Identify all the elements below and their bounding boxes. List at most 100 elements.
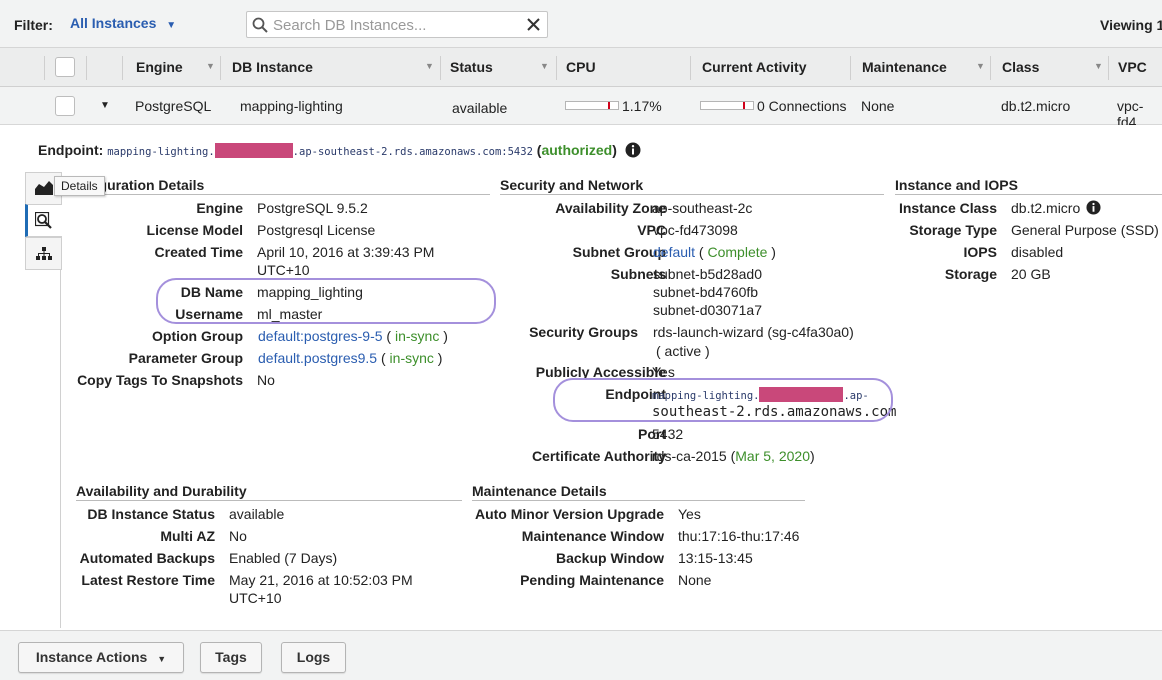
chevron-down-icon: ▼ (157, 654, 167, 664)
public-label: Publicly Accessible (535, 364, 666, 380)
row-maintenance: None (861, 98, 895, 114)
storage-value: 20 GB (1011, 266, 1051, 282)
az-value: ap-southeast-2c (652, 200, 753, 216)
search-placeholder: Search DB Instances... (273, 17, 427, 34)
restore-label: Latest Restore Time (81, 572, 215, 588)
sort-icon[interactable]: ▼ (206, 61, 215, 71)
parameter-group-value: default.postgres9.5 ( in-sync ) (258, 350, 443, 366)
sort-icon[interactable]: ▼ (540, 61, 549, 71)
sort-icon[interactable]: ▼ (976, 61, 985, 71)
sort-icon[interactable]: ▼ (425, 61, 434, 71)
column-maintenance[interactable]: Maintenance (862, 59, 947, 75)
subnet-link-3[interactable]: subnet-d03071a7 (653, 302, 762, 318)
column-divider (440, 56, 441, 80)
column-divider (220, 56, 221, 80)
endpoint-line-label: Endpoint: (38, 142, 104, 158)
security-groups-label: Security Groups (529, 324, 638, 340)
maintenance-window-value: thu:17:16-thu:17:46 (678, 528, 800, 544)
license-value: Postgresql License (257, 222, 376, 238)
subnet-link-1[interactable]: subnet-b5d28ad0 (653, 266, 762, 282)
info-icon[interactable] (1086, 200, 1101, 215)
viewing-count: Viewing 1 (1100, 17, 1162, 33)
filter-dropdown[interactable]: All Instances ▼ (70, 15, 176, 31)
chevron-down-icon: ▼ (166, 20, 177, 31)
collapse-icon[interactable]: ▼ (100, 100, 110, 111)
column-divider (990, 56, 991, 80)
copy-tags-value: No (257, 372, 275, 388)
multi-az-label: Multi AZ (160, 528, 215, 544)
logs-button[interactable]: Logs (281, 642, 346, 673)
backup-window-label: Backup Window (556, 550, 664, 566)
column-db-instance[interactable]: DB Instance (232, 59, 313, 75)
column-cpu[interactable]: CPU (566, 59, 596, 75)
tags-button[interactable]: Tags (200, 642, 262, 673)
engine-value: PostgreSQL 9.5.2 (257, 200, 368, 216)
tab-topology[interactable] (25, 237, 62, 270)
filter-bar: Filter: All Instances ▼ Search DB Instan… (0, 0, 1162, 48)
activity-bar (700, 101, 754, 110)
security-group-link[interactable]: rds-launch-wizard (sg-c4fa30a0) (653, 324, 854, 340)
endpoint-host-suffix: .ap-southeast-2.rds.amazonaws.com:5432 (292, 146, 533, 158)
column-divider (556, 56, 557, 80)
table-header: Engine ▼ DB Instance ▼ Status ▼ CPU Curr… (0, 48, 1162, 87)
row-db-instance: mapping-lighting (240, 98, 343, 114)
select-all-checkbox[interactable] (55, 57, 75, 77)
public-value: Yes (652, 364, 675, 380)
column-divider (44, 56, 45, 80)
created-label: Created Time (154, 244, 243, 260)
storage-type-label: Storage Type (909, 222, 997, 238)
search-icon (252, 17, 268, 33)
engine-label: Engine (196, 200, 243, 216)
license-label: License Model (146, 222, 243, 238)
port-value: 5432 (652, 426, 684, 442)
backups-label: Automated Backups (79, 550, 215, 566)
close-paren: ) (612, 142, 617, 158)
column-engine[interactable]: Engine (136, 59, 183, 75)
tab-details[interactable] (25, 204, 62, 237)
endpoint-host-prefix: mapping-lighting. (107, 146, 215, 158)
instance-actions-button[interactable]: Instance Actions ▼ (18, 642, 184, 673)
filter-value: All Instances (70, 15, 157, 31)
storage-type-value: General Purpose (SSD) (1011, 222, 1159, 238)
security-title: Security and Network (500, 177, 884, 195)
column-vpc[interactable]: VPC (1118, 59, 1147, 75)
subnet-group-value: default ( Complete ) (653, 244, 776, 260)
created-value: April 10, 2016 at 3:39:43 PM (257, 244, 435, 260)
column-class[interactable]: Class (1002, 59, 1039, 75)
vpc-link[interactable]: vpc-fd473098 (653, 222, 738, 238)
column-divider (690, 56, 691, 80)
copy-tags-label: Copy Tags To Snapshots (77, 372, 243, 388)
username-label: Username (175, 306, 243, 322)
maintenance-window-label: Maintenance Window (521, 528, 664, 544)
ca-value: rds-ca-2015 (Mar 5, 2020) (652, 448, 815, 464)
auto-upgrade-value: Yes (678, 506, 701, 522)
info-icon[interactable] (625, 142, 641, 158)
hierarchy-icon (36, 247, 52, 260)
row-checkbox[interactable] (55, 96, 75, 116)
db-status-label: DB Instance Status (87, 506, 215, 522)
availability-title: Availability and Durability (76, 483, 462, 501)
table-row[interactable]: ▼ PostgreSQL mapping-lighting available … (0, 87, 1162, 130)
subnet-link-2[interactable]: subnet-bd4760fb (653, 284, 758, 300)
sort-icon[interactable]: ▼ (1094, 61, 1103, 71)
column-divider (1108, 56, 1109, 80)
ca-label: Certificate Authority (531, 448, 666, 464)
parameter-group-link[interactable]: default.postgres9.5 (258, 350, 377, 366)
endpoint-line: Endpoint: mapping-lighting. .ap-southeast… (38, 142, 641, 158)
row-engine: PostgreSQL (135, 98, 212, 114)
endpoint-part-1: mapping-lighting. (652, 390, 760, 402)
column-status[interactable]: Status (450, 59, 493, 75)
iops-value: disabled (1011, 244, 1064, 260)
search-input[interactable]: Search DB Instances... (246, 11, 548, 38)
ca-date: Mar 5, 2020 (735, 448, 810, 464)
option-group-link[interactable]: default:postgres-9-5 (258, 328, 383, 344)
column-current-activity[interactable]: Current Activity (702, 59, 807, 75)
parameter-group-status: in-sync (389, 350, 434, 366)
filter-label: Filter: (14, 17, 53, 33)
subnet-group-link[interactable]: default (653, 244, 695, 260)
restore-value-tz: UTC+10 (229, 590, 282, 606)
endpoint-state: authorized (541, 142, 613, 158)
db-status-value: available (229, 506, 285, 522)
multi-az-value: No (229, 528, 247, 544)
clear-icon[interactable] (526, 17, 541, 32)
